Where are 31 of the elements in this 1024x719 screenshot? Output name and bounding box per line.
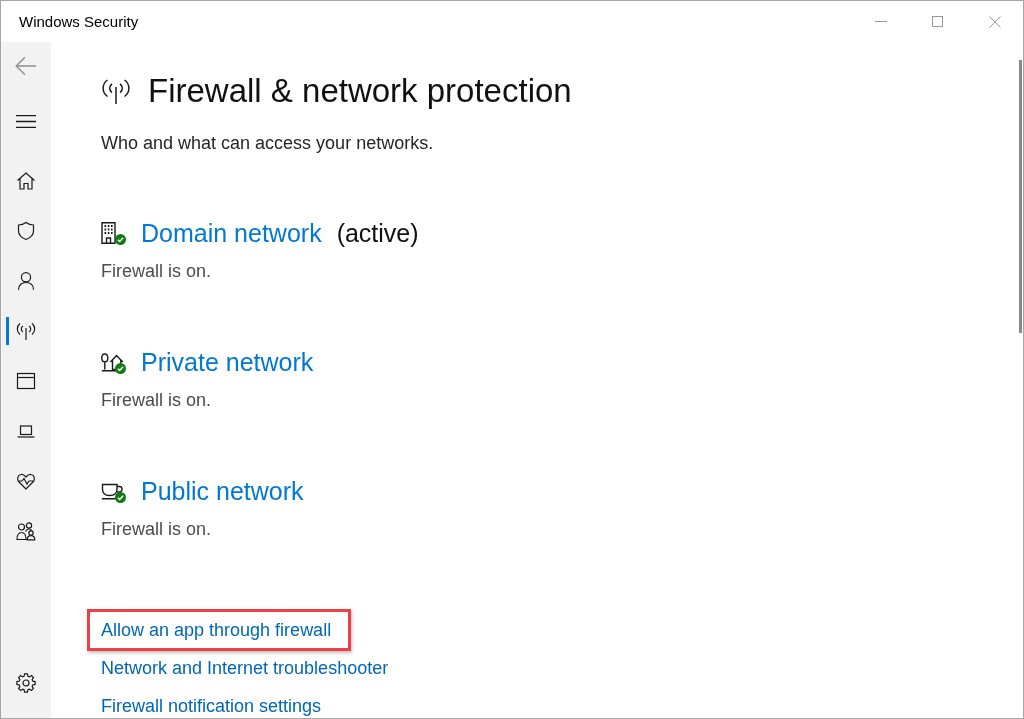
menu-icon <box>16 114 36 128</box>
home-icon <box>16 171 36 191</box>
page-subtitle: Who and what can access your networks. <box>101 132 434 155</box>
antenna-icon <box>16 321 36 341</box>
house-tree-icon <box>101 352 124 372</box>
scrollbar-thumb[interactable] <box>1019 60 1022 333</box>
window-icon <box>16 371 36 391</box>
heart-pulse-icon <box>16 471 36 491</box>
firewall-status: Firewall is on. <box>101 260 212 283</box>
action-link[interactable]: Network and Internet troubleshooter <box>101 658 389 678</box>
settings-icon <box>16 673 36 693</box>
shield-icon <box>16 221 36 241</box>
minimize-icon <box>874 21 887 22</box>
person-icon <box>16 271 36 291</box>
action-link[interactable]: Firewall notification settings <box>101 696 322 716</box>
people-icon <box>16 521 36 541</box>
action-link[interactable]: Allow an app through firewall <box>101 620 332 640</box>
page-title: Firewall & network protection <box>148 71 572 111</box>
network-link[interactable]: Public network <box>141 475 304 507</box>
network-link[interactable]: Private network <box>141 346 314 378</box>
network-link[interactable]: Domain network <box>141 217 322 249</box>
antenna-icon <box>102 77 130 105</box>
maximize-icon <box>932 16 943 27</box>
firewall-status: Firewall is on. <box>101 518 212 541</box>
firewall-status: Firewall is on. <box>101 389 212 412</box>
building-icon <box>101 222 117 244</box>
window-title: Windows Security <box>19 13 139 30</box>
close-icon <box>988 15 1001 28</box>
active-label: (active) <box>336 218 419 249</box>
cup-icon <box>101 482 124 500</box>
back-arrow-icon <box>15 56 37 76</box>
